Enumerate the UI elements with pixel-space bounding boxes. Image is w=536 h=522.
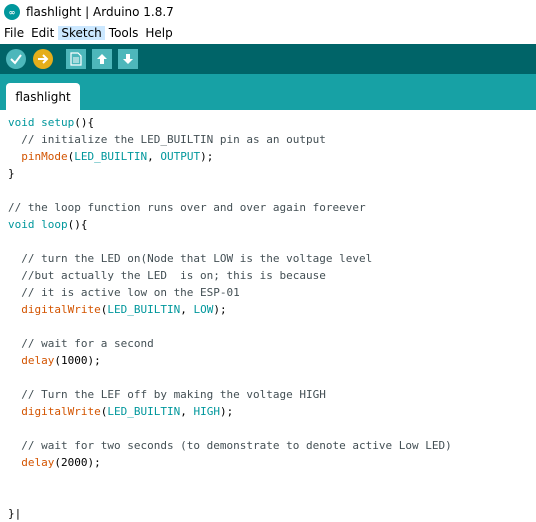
code-token: void <box>8 116 35 129</box>
tab-bar: flashlight <box>0 74 536 110</box>
code-line: }| <box>8 505 452 522</box>
code-editor[interactable]: void setup(){ // initialize the LED_BUIL… <box>0 110 536 522</box>
code-token: setup <box>41 116 75 129</box>
code-line: //but actually the LED is on; this is be… <box>8 267 452 284</box>
code-token: HIGH <box>193 405 220 418</box>
code-line: // initialize the LED_BUILTIN pin as an … <box>8 131 452 148</box>
code-line: // wait for a second <box>8 335 452 352</box>
code-token: , <box>180 405 194 418</box>
window-title: flashlight | Arduino 1.8.7 <box>26 5 174 19</box>
code-token: ); <box>200 150 214 163</box>
open-icon <box>97 54 107 64</box>
open-button[interactable] <box>92 49 112 69</box>
menu-bar: File Edit Sketch Tools Help <box>0 24 536 42</box>
code-token: LED_BUILTIN <box>107 405 181 418</box>
code-line: // wait for two seconds (to demonstrate … <box>8 437 452 454</box>
code-token: // initialize the LED_BUILTIN pin as an … <box>8 133 326 146</box>
code-line: // it is active low on the ESP-01 <box>8 284 452 301</box>
code-token: , <box>180 303 194 316</box>
new-button[interactable] <box>66 49 86 69</box>
code-token: (1000); <box>54 354 101 367</box>
code-area[interactable]: void setup(){ // initialize the LED_BUIL… <box>8 114 452 522</box>
code-token: delay <box>21 456 55 469</box>
code-token: // wait for two seconds (to demonstrate … <box>8 439 452 452</box>
code-token: delay <box>21 354 55 367</box>
code-token: } <box>8 167 15 180</box>
code-token: digitalWrite <box>21 303 101 316</box>
code-token: ); <box>213 303 227 316</box>
code-token: // the loop function runs over and over … <box>8 201 366 214</box>
code-line: digitalWrite(LED_BUILTIN, LOW); <box>8 301 452 318</box>
code-token: ); <box>219 405 234 418</box>
code-token: pinMode <box>21 150 68 163</box>
code-token: LED_BUILTIN <box>74 150 148 163</box>
code-token: loop <box>41 218 68 231</box>
code-token: // it is active low on the ESP-01 <box>8 286 240 299</box>
new-icon <box>70 52 82 66</box>
code-token: // Turn the LEF off by making the voltag… <box>8 388 326 401</box>
upload-icon <box>38 54 49 64</box>
code-line: // Turn the LEF off by making the voltag… <box>8 386 452 403</box>
code-token: (){ <box>74 116 95 129</box>
menu-help[interactable]: Help <box>142 26 175 40</box>
code-line: void setup(){ <box>8 114 452 131</box>
code-token: LED_BUILTIN <box>107 303 181 316</box>
menu-tools[interactable]: Tools <box>106 26 142 40</box>
code-token: // turn the LED on(Node that LOW is the … <box>8 252 373 265</box>
title-bar: ∞ flashlight | Arduino 1.8.7 <box>0 0 536 24</box>
save-icon <box>123 54 133 64</box>
code-token: // wait for a second <box>8 337 154 350</box>
upload-button[interactable] <box>33 49 53 69</box>
arduino-logo-icon: ∞ <box>4 4 20 20</box>
code-token: OUTPUT <box>160 150 201 163</box>
verify-button[interactable] <box>6 49 26 69</box>
code-token: //but actually the LED is on; this is be… <box>8 269 326 282</box>
save-button[interactable] <box>118 49 138 69</box>
tab-flashlight[interactable]: flashlight <box>6 83 80 110</box>
code-line: } <box>8 165 452 182</box>
verify-icon <box>10 54 22 65</box>
code-token: } <box>8 507 15 520</box>
code-token: (2000); <box>54 456 101 469</box>
code-line: digitalWrite(LED_BUILTIN, HIGH); <box>8 403 452 420</box>
code-token: void <box>8 218 35 231</box>
menu-edit[interactable]: Edit <box>28 26 57 40</box>
menu-sketch[interactable]: Sketch <box>58 26 105 40</box>
code-line: delay(2000); <box>8 454 452 471</box>
menu-file[interactable]: File <box>1 26 27 40</box>
code-token: LOW <box>193 303 214 316</box>
code-token: digitalWrite <box>21 405 101 418</box>
code-token: , <box>147 150 161 163</box>
code-token: (){ <box>67 218 88 231</box>
text-caret: | <box>14 507 22 520</box>
code-line: // turn the LED on(Node that LOW is the … <box>8 250 452 267</box>
code-line: delay(1000); <box>8 352 452 369</box>
code-line: pinMode(LED_BUILTIN, OUTPUT); <box>8 148 452 165</box>
toolbar <box>0 44 536 74</box>
code-line: // the loop function runs over and over … <box>8 199 452 216</box>
code-line: void loop(){ <box>8 216 452 233</box>
